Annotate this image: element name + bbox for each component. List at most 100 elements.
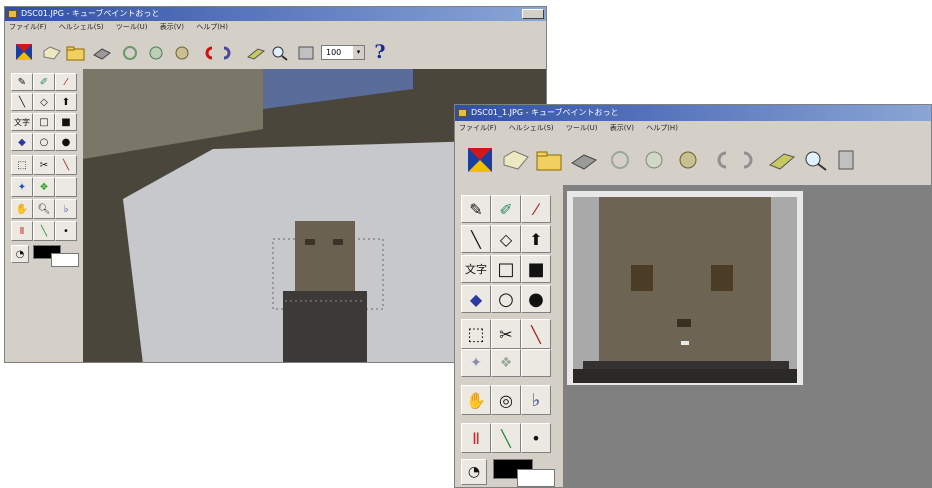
window-controls[interactable] [522, 9, 544, 19]
effect-icon[interactable] [639, 147, 669, 173]
menu-tool[interactable]: ツール(U) [116, 23, 148, 31]
blank-tool[interactable] [55, 177, 77, 197]
eraser-icon[interactable]: ◆ [461, 285, 491, 313]
fill-rect-icon[interactable]: ■ [521, 255, 551, 283]
stamp-icon[interactable]: ❖ [33, 177, 55, 197]
crayon-icon[interactable]: Ⅱ [461, 423, 491, 453]
menu-file[interactable]: ファイル(F) [459, 124, 497, 132]
hand-icon[interactable]: ✋ [461, 385, 491, 415]
rect-icon[interactable]: □ [33, 113, 55, 131]
dropper-icon[interactable]: ⁄ [521, 195, 551, 223]
background-color[interactable] [51, 253, 79, 267]
hand-icon[interactable]: ✋ [11, 199, 33, 219]
menu-help[interactable]: ヘルプ(H) [646, 124, 678, 132]
lasso-icon[interactable]: ◇ [33, 93, 55, 111]
fill-ellipse-icon[interactable]: ● [521, 285, 551, 313]
brush-icon[interactable]: ✐ [33, 73, 55, 91]
front-toolbar [455, 137, 931, 183]
undo-icon[interactable] [709, 147, 733, 173]
cut-icon[interactable]: ✂ [33, 155, 55, 175]
redo-icon[interactable] [219, 43, 237, 63]
print-icon[interactable] [569, 147, 599, 173]
palette-icon[interactable]: ◔ [461, 459, 487, 485]
magnifier-icon[interactable]: 🔍︎ [33, 199, 55, 219]
front-window: DSC01_1.JPG - キューブペイントおっと ファイル(F) ヘルシェル(… [454, 104, 932, 488]
stamp-icon[interactable]: ❖ [491, 349, 521, 377]
effect-icon[interactable] [145, 43, 167, 63]
menu-help[interactable]: ヘルプ(H) [196, 23, 228, 31]
folder-icon[interactable] [65, 43, 87, 63]
blank-tool[interactable] [521, 349, 551, 377]
zoom-icon[interactable] [269, 43, 291, 63]
back-title-bar[interactable]: DSC01.JPG - キューブペイントおっと [5, 7, 546, 21]
menu-view[interactable]: 表示(V) [610, 124, 634, 132]
folder-icon[interactable] [535, 147, 565, 173]
rotate-icon[interactable] [605, 147, 635, 173]
text-tool[interactable]: 文字 [11, 113, 33, 131]
usb-plug-photo [563, 185, 931, 487]
measure-icon[interactable]: ♭ [55, 199, 77, 219]
undo-icon[interactable] [199, 43, 217, 63]
menu-shell[interactable]: ヘルシェル(S) [509, 124, 554, 132]
open-icon[interactable] [501, 147, 531, 173]
app-icon [458, 109, 467, 117]
rect-icon[interactable]: □ [491, 255, 521, 283]
rotate-icon[interactable] [119, 43, 141, 63]
settings-icon[interactable] [171, 43, 193, 63]
text-tool[interactable]: 文字 [461, 255, 491, 283]
back-window-title: DSC01.JPG - キューブペイントおっと [21, 9, 160, 18]
menu-view[interactable]: 表示(V) [160, 23, 184, 31]
star-icon[interactable]: ✦ [461, 349, 491, 377]
dropper-icon[interactable]: ⁄ [55, 73, 77, 91]
menu-file[interactable]: ファイル(F) [9, 23, 47, 31]
arrow-icon[interactable]: ⬆ [55, 93, 77, 111]
dot-icon[interactable]: • [55, 221, 77, 241]
front-image-canvas[interactable] [563, 185, 931, 487]
new-icon[interactable] [13, 41, 35, 63]
measure-icon[interactable]: ♭ [521, 385, 551, 415]
copy-icon[interactable] [767, 147, 797, 173]
palette-icon[interactable]: ◔ [11, 245, 29, 263]
front-menu-bar: ファイル(F) ヘルシェル(S) ツール(U) 表示(V) ヘルプ(H) [455, 121, 931, 135]
settings-icon[interactable] [673, 147, 703, 173]
grid-icon[interactable] [837, 149, 855, 171]
marker-icon[interactable]: ╲ [491, 423, 521, 453]
menu-tool[interactable]: ツール(U) [566, 124, 598, 132]
back-tool-palette: ✎ ✐ ⁄ ╲ ◇ ⬆ 文字 □ ■ ◆ ○ ● ⬚ ✂ ╲ ✦ ❖ ✋ 🔍︎ … [5, 69, 81, 362]
crayon-icon[interactable]: Ⅱ [11, 221, 33, 241]
open-icon[interactable] [41, 43, 63, 63]
select-icon[interactable]: ⬚ [11, 155, 33, 175]
select-icon[interactable]: ⬚ [461, 319, 491, 349]
line-icon[interactable]: ╲ [461, 225, 491, 253]
print-icon[interactable] [91, 43, 113, 63]
new-icon[interactable] [465, 145, 495, 175]
copy-icon[interactable] [245, 43, 267, 63]
ellipse-icon[interactable]: ○ [491, 285, 521, 313]
pencil-icon[interactable]: ✎ [461, 195, 491, 223]
ellipse-icon[interactable]: ○ [33, 133, 55, 151]
cut-icon[interactable]: ✂ [491, 319, 521, 349]
chevron-down-icon[interactable]: ▾ [353, 46, 364, 59]
line-icon[interactable]: ╲ [11, 93, 33, 111]
menu-shell[interactable]: ヘルシェル(S) [59, 23, 104, 31]
arrow-icon[interactable]: ⬆ [521, 225, 551, 253]
needle-icon[interactable]: ╲ [521, 319, 551, 349]
fill-ellipse-icon[interactable]: ● [55, 133, 77, 151]
dot-icon[interactable]: • [521, 423, 551, 453]
fill-rect-icon[interactable]: ■ [55, 113, 77, 131]
star-icon[interactable]: ✦ [11, 177, 33, 197]
magnifier-icon[interactable]: ◎ [491, 385, 521, 415]
front-title-bar[interactable]: DSC01_1.JPG - キューブペイントおっと [455, 105, 931, 121]
eraser-icon[interactable]: ◆ [11, 133, 33, 151]
pencil-icon[interactable]: ✎ [11, 73, 33, 91]
zoom-select[interactable]: 100 ▾ [321, 45, 365, 60]
brush-icon[interactable]: ✐ [491, 195, 521, 223]
help-icon[interactable]: ? [371, 40, 389, 64]
marker-icon[interactable]: ╲ [33, 221, 55, 241]
lasso-icon[interactable]: ◇ [491, 225, 521, 253]
redo-icon[interactable] [737, 147, 761, 173]
needle-icon[interactable]: ╲ [55, 155, 77, 175]
grid-icon[interactable] [297, 43, 315, 63]
zoom-icon[interactable] [801, 147, 831, 173]
background-color[interactable] [517, 469, 555, 487]
